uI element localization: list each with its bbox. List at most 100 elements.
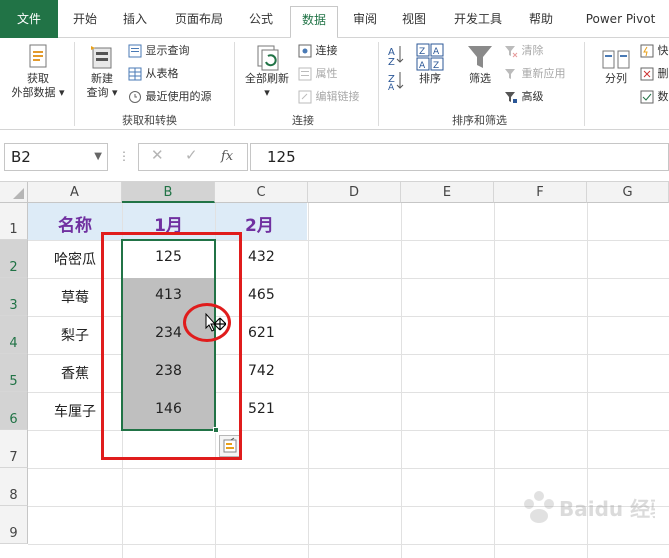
row-header-8[interactable]: 8 [0, 468, 28, 506]
column-header-d[interactable]: D [308, 182, 401, 203]
tab-page-layout[interactable]: 页面布局 [164, 6, 234, 32]
text-to-columns-icon [602, 50, 630, 69]
reapply-button[interactable]: 重新应用 [504, 65, 566, 83]
row-header-5[interactable]: 5 [0, 354, 28, 392]
refresh-all-label: 全部刷新 [245, 72, 289, 85]
connections-button[interactable]: 连接 [298, 42, 338, 60]
svg-text:Z: Z [419, 47, 425, 57]
cell-c5[interactable]: 742 [248, 363, 288, 379]
gridline [401, 203, 402, 558]
flash-fill-button[interactable]: 快 [640, 42, 669, 60]
chevron-down-icon[interactable]: ▼ [94, 144, 102, 170]
cell-c3[interactable]: 465 [248, 287, 288, 303]
tab-developer[interactable]: 开发工具 [442, 6, 514, 32]
cell-c4[interactable]: 621 [248, 325, 288, 341]
get-external-data-button[interactable]: 获取 外部数据 ▾ [6, 42, 70, 100]
flash-fill-label: 快 [657, 44, 669, 57]
edit-links-icon [298, 90, 312, 104]
show-queries-icon [128, 44, 142, 58]
column-header-c[interactable]: C [215, 182, 308, 203]
gridline [28, 544, 669, 545]
ribbon-data: 获取 外部数据 ▾ 新建 查询 ▾ 显示查询 从表格 最近使用的源 获取和转换 … [0, 38, 669, 130]
sort-button[interactable]: Z A A Z 排序 [410, 42, 450, 86]
get-external-data-label-1: 获取 [27, 72, 49, 85]
remove-duplicates-button[interactable]: 删 [640, 65, 669, 83]
get-external-data-label-2: 外部数据 ▾ [11, 86, 65, 99]
gridline [494, 203, 495, 558]
refresh-all-button[interactable]: 全部刷新 ▾ [240, 42, 294, 100]
new-query-label-2: 查询 ▾ [86, 86, 118, 99]
advanced-filter-button[interactable]: 高级 [504, 88, 544, 106]
clear-filter-button[interactable]: 清除 [504, 42, 544, 60]
recent-sources-button[interactable]: 最近使用的源 [128, 88, 212, 106]
column-header-e[interactable]: E [401, 182, 494, 203]
tab-view[interactable]: 视图 [390, 6, 438, 32]
new-query-button[interactable]: 新建 查询 ▾ [80, 42, 124, 100]
refresh-all-dropdown[interactable]: ▾ [240, 86, 294, 100]
row-header-6[interactable]: 6 [0, 392, 28, 430]
row-header-3[interactable]: 3 [0, 278, 28, 316]
column-header-b[interactable]: B [122, 182, 215, 203]
row-header-2[interactable]: 2 [0, 240, 28, 278]
show-queries-button[interactable]: 显示查询 [128, 42, 190, 60]
tab-insert[interactable]: 插入 [110, 6, 160, 32]
tab-power-pivot[interactable]: Power Pivot [572, 6, 669, 32]
row-header-1[interactable]: 1 [0, 203, 28, 240]
tab-file[interactable]: 文件 [0, 0, 58, 38]
filter-button[interactable]: 筛选 [460, 42, 500, 86]
column-header-a[interactable]: A [28, 182, 122, 203]
data-validation-label: 数 [657, 90, 669, 103]
enter-check-icon[interactable]: ✓ [185, 146, 198, 164]
connections-icon [298, 44, 312, 58]
cell-c2[interactable]: 432 [248, 249, 288, 265]
worksheet-grid[interactable]: A B C D E F G 1 2 3 4 5 6 7 8 9 名称 1月 2月… [0, 181, 669, 558]
select-all-corner[interactable] [0, 182, 28, 203]
properties-icon [298, 67, 312, 81]
new-query-icon [91, 46, 112, 69]
remove-duplicates-icon [640, 67, 654, 81]
insert-function-icon[interactable]: fx [221, 149, 233, 164]
name-box[interactable]: B2 ▼ [4, 143, 108, 171]
row-header-7[interactable]: 7 [0, 430, 28, 468]
data-validation-icon [640, 90, 654, 104]
cancel-icon[interactable]: ✕ [151, 146, 164, 164]
advanced-filter-icon [505, 92, 517, 103]
gridline [308, 203, 309, 558]
advanced-label: 高级 [521, 90, 544, 103]
table-icon [128, 67, 142, 81]
clear-label: 清除 [521, 44, 544, 57]
tab-formulas[interactable]: 公式 [238, 6, 284, 32]
show-queries-label: 显示查询 [145, 44, 190, 57]
column-header-f[interactable]: F [494, 182, 587, 203]
baidu-watermark: Baidu 经验 [515, 484, 669, 544]
sort-az-button[interactable]: A Z Z A [384, 44, 406, 90]
split-column-button[interactable]: 分列 [596, 48, 636, 86]
reapply-icon [505, 69, 515, 79]
tab-home[interactable]: 开始 [62, 6, 108, 32]
properties-button[interactable]: 属性 [298, 65, 338, 83]
cell-c6[interactable]: 521 [248, 401, 288, 417]
tab-data[interactable]: 数据 [290, 6, 338, 39]
data-validation-button[interactable]: 数 [640, 88, 669, 106]
red-annotation-rectangle [101, 232, 242, 460]
vertical-dots-icon[interactable]: ⋮ [118, 149, 130, 163]
row-header-4[interactable]: 4 [0, 316, 28, 354]
tab-help[interactable]: 帮助 [518, 6, 564, 32]
sort-ascending-icon: A Z Z A [388, 46, 404, 90]
flash-fill-icon [640, 44, 654, 58]
gridline [28, 468, 669, 469]
tab-review[interactable]: 审阅 [342, 6, 388, 32]
svg-text:A: A [433, 47, 440, 57]
svg-text:A: A [419, 61, 426, 71]
from-table-button[interactable]: 从表格 [128, 65, 179, 83]
recent-sources-label: 最近使用的源 [145, 90, 212, 103]
group-divider [378, 42, 379, 126]
formula-input[interactable]: 125 [250, 143, 669, 171]
properties-label: 属性 [315, 67, 338, 80]
edit-links-button[interactable]: 编辑链接 [298, 88, 360, 106]
column-header-g[interactable]: G [587, 182, 669, 203]
row-header-9[interactable]: 9 [0, 506, 28, 544]
formula-buttons: ✕ ✓ fx [138, 143, 248, 171]
clock-icon [129, 91, 141, 103]
move-cursor-icon [205, 312, 226, 332]
